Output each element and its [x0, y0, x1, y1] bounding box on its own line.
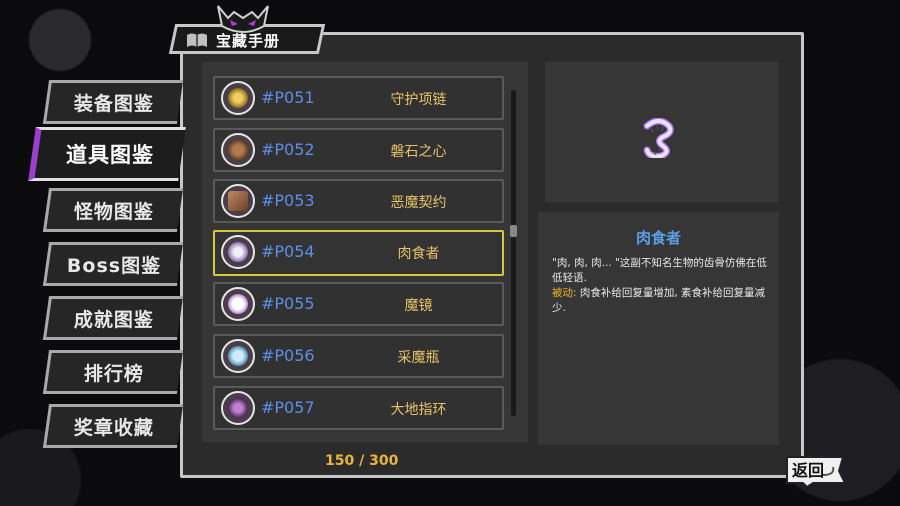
item-name: 大地指环: [390, 402, 447, 418]
jawbone-icon: [643, 118, 674, 158]
item-code: #P056: [261, 346, 315, 365]
sidebar-item-boss[interactable]: Boss图鉴: [42, 242, 184, 286]
back-button-label: 返回: [792, 461, 825, 480]
scroll-icon: [221, 184, 255, 218]
item-code: #P051: [261, 88, 315, 107]
item-name: 恶魔契约: [390, 195, 447, 211]
item-passive: 被动: 肉食补给回复量增加, 素食补给回复量减少.: [552, 286, 774, 316]
passive-label: 被动:: [552, 287, 577, 299]
item-name: 采魔瓶: [397, 350, 440, 366]
collection-counter: 150 / 300: [325, 453, 399, 469]
mirror-icon: [221, 287, 255, 321]
rock-heart-icon: [221, 133, 255, 167]
necklace-icon: [221, 81, 255, 115]
sidebar-item-equipment[interactable]: 装备图鉴: [42, 80, 184, 124]
passive-text: 肉食补给回复量增加, 素食补给回复量减少.: [552, 287, 766, 314]
sidebar-item-label: 装备图鉴: [74, 92, 155, 115]
item-detail-title: 肉食者: [635, 229, 681, 247]
list-scrollbar[interactable]: [511, 90, 516, 416]
item-name: 磐石之心: [390, 144, 447, 160]
sidebar-item-label: 排行榜: [84, 362, 145, 385]
item-code: #P053: [261, 191, 315, 210]
sidebar-item-achievements[interactable]: 成就图鉴: [42, 296, 184, 340]
demon-emblem-icon: [217, 5, 269, 33]
list-item[interactable]: #P051 守护项链: [213, 76, 504, 120]
jawbone-icon: [221, 235, 255, 269]
sidebar-item-label: 成就图鉴: [74, 308, 155, 331]
list-item-selected[interactable]: #P054 肉食者: [213, 230, 504, 276]
sidebar-item-label: 奖章收藏: [74, 416, 155, 439]
item-name: 魔镜: [404, 298, 433, 314]
list-item[interactable]: #P052 磐石之心: [213, 128, 504, 172]
sidebar-item-leaderboard[interactable]: 排行榜: [42, 350, 184, 394]
sidebar-item-medals[interactable]: 奖章收藏: [42, 404, 184, 448]
item-description: "肉, 肉, 肉... "这副不知名生物的齿骨仿佛在低低轻语.: [552, 257, 767, 284]
ring-icon: [221, 391, 255, 425]
item-code: #P057: [261, 398, 315, 417]
book-icon: [187, 33, 207, 47]
item-code: #P054: [261, 242, 315, 261]
list-item[interactable]: #P056 采魔瓶: [213, 334, 504, 378]
list-item[interactable]: #P057 大地指环: [213, 386, 504, 430]
sidebar-item-label: 道具图鉴: [66, 143, 154, 167]
item-name: 守护项链: [390, 92, 447, 108]
sidebar-item-items[interactable]: 道具图鉴: [28, 127, 186, 181]
scrollbar-thumb[interactable]: [510, 225, 517, 237]
sidebar-item-label: 怪物图鉴: [74, 200, 155, 223]
sidebar-item-label: Boss图鉴: [67, 254, 162, 277]
list-item[interactable]: #P055 魔镜: [213, 282, 504, 326]
item-name: 肉食者: [397, 246, 440, 262]
bottle-icon: [221, 339, 255, 373]
list-item[interactable]: #P053 恶魔契约: [213, 179, 504, 223]
sidebar-item-monsters[interactable]: 怪物图鉴: [42, 188, 184, 232]
item-code: #P055: [261, 294, 315, 313]
item-code: #P052: [261, 140, 315, 159]
